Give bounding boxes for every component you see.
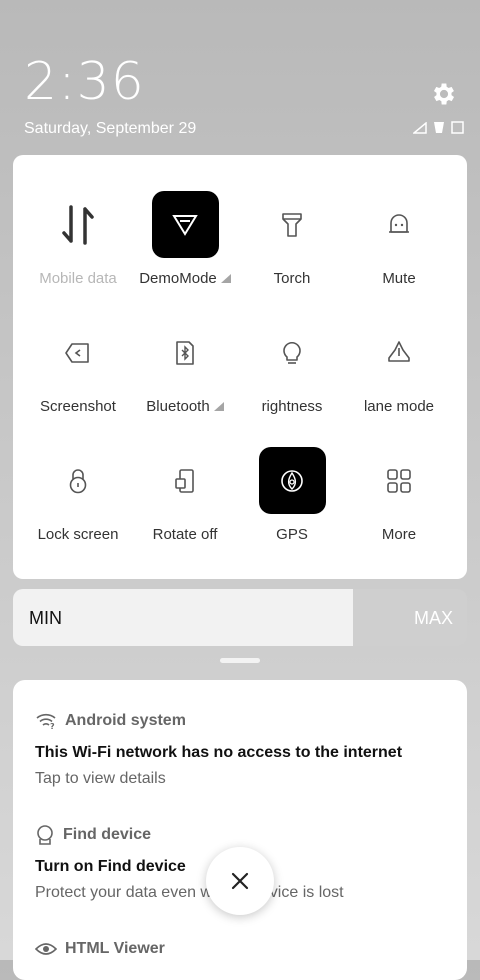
battery-icon [434, 122, 444, 133]
tile-label: Mute [382, 270, 416, 287]
quick-settings-panel: Mobile data DemoMode Torch Mute Screensh… [13, 155, 467, 579]
clock-time: 2:36 [24, 52, 145, 112]
gps-icon [258, 447, 326, 514]
tile-label: GPS [276, 526, 308, 543]
demo-mode-icon [151, 191, 219, 258]
drag-handle[interactable] [220, 658, 260, 663]
tile-mobile-data[interactable]: Mobile data [24, 191, 132, 287]
brightness-min-label: MIN [29, 608, 62, 628]
tile-lock-screen[interactable]: Lock screen [24, 447, 132, 543]
settings-gear-icon[interactable] [430, 80, 458, 108]
notification-title: This Wi-Fi network has no access to the … [35, 744, 403, 761]
screenshot-icon [45, 319, 112, 386]
tile-gps[interactable]: GPS [238, 447, 346, 543]
rotate-icon [152, 447, 219, 514]
tile-torch[interactable]: Torch [238, 191, 346, 287]
notification-app-name: HTML Viewer [65, 940, 165, 957]
torch-icon [259, 191, 326, 258]
tile-label-wrap: Bluetooth [131, 398, 239, 415]
signal-icon [413, 121, 427, 134]
tile-label: Bluetooth [146, 398, 210, 415]
tile-label: Rotate off [152, 526, 218, 543]
mobile-data-icon [45, 191, 112, 258]
status-bar-icons [413, 121, 464, 134]
notification-android-system[interactable]: ? Android system This Wi-Fi network has … [35, 710, 451, 788]
tile-rotate[interactable]: Rotate off [131, 447, 239, 543]
tile-label: rightness [261, 398, 323, 415]
brightness-max-label: MAX [413, 608, 453, 628]
location-pin-icon [37, 825, 53, 845]
lock-icon [45, 447, 112, 514]
airplane-icon [366, 319, 433, 386]
svg-text:?: ? [50, 722, 55, 730]
bluetooth-icon [152, 319, 219, 386]
expand-corner-icon [213, 402, 224, 411]
tile-airplane-mode[interactable]: lane mode [345, 319, 453, 415]
notification-app-name: Find device [63, 826, 152, 843]
tile-label: lane mode [363, 398, 435, 415]
expand-corner-icon [220, 274, 231, 283]
tile-more[interactable]: More [345, 447, 453, 543]
bell-icon [366, 191, 433, 258]
grid-icon [366, 447, 433, 514]
tile-label: Mobile data [39, 270, 117, 287]
tile-mute[interactable]: Mute [345, 191, 453, 287]
notification-panel: ? Android system This Wi-Fi network has … [13, 680, 467, 980]
brightness-fill [13, 589, 353, 646]
close-icon [231, 872, 249, 890]
brightness-slider[interactable]: MIN MAX [13, 589, 467, 646]
tile-brightness[interactable]: rightness [238, 319, 346, 415]
clear-notifications-button[interactable] [206, 847, 274, 915]
tile-screenshot[interactable]: Screenshot [24, 319, 132, 415]
tile-demo-mode[interactable]: DemoMode [131, 191, 239, 287]
brightness-bulb-icon [259, 319, 326, 386]
tile-label-wrap: DemoMode [131, 270, 239, 287]
wifi-question-icon: ? [36, 713, 56, 730]
notification-app-name: Android system [65, 712, 186, 729]
notification-body: Tap to view details [35, 770, 166, 787]
tile-label: More [381, 526, 417, 543]
eye-icon [35, 943, 57, 955]
tile-label: Screenshot [40, 398, 116, 415]
notification-html-viewer[interactable]: HTML Viewer [35, 938, 451, 960]
tile-label: Torch [273, 270, 311, 287]
tile-label: DemoMode [139, 270, 217, 287]
tile-bluetooth[interactable]: Bluetooth [131, 319, 239, 415]
tile-label: Lock screen [37, 526, 119, 543]
square-icon [451, 121, 464, 134]
date-label: Saturday, September 29 [24, 120, 197, 137]
